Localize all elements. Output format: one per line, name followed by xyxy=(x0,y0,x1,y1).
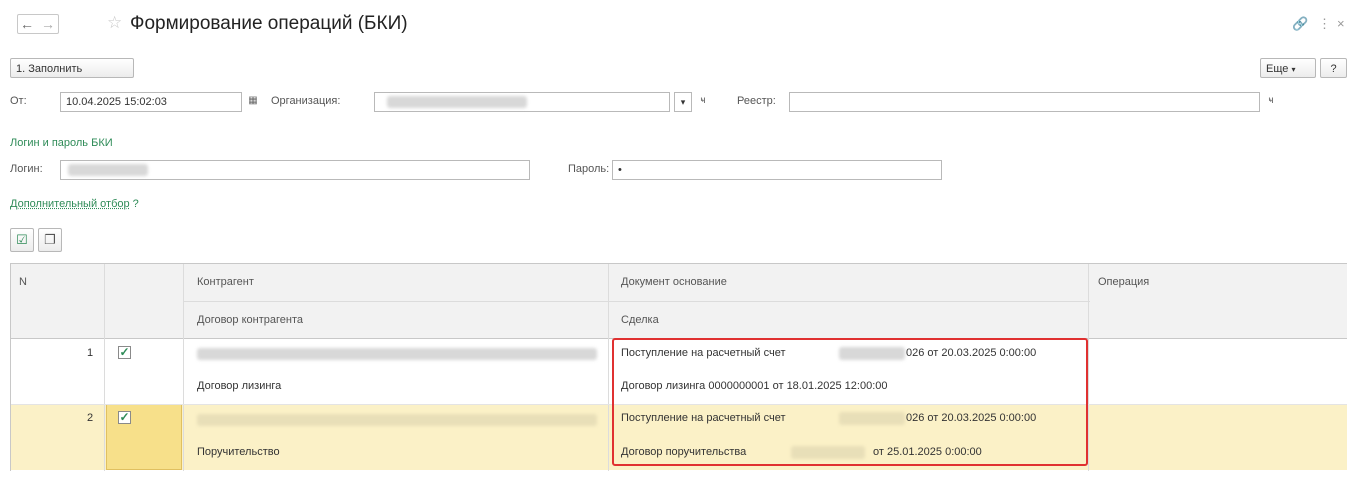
login-label: Логин: xyxy=(10,163,43,175)
org-label: Организация: xyxy=(271,95,341,107)
check-all-button[interactable]: ☑ xyxy=(10,228,34,252)
calendar-icon[interactable]: ▦ xyxy=(244,92,262,112)
row-number: 2 xyxy=(87,412,94,424)
uncheck-all-icon: ❐ xyxy=(44,232,56,247)
star-icon[interactable]: ☆ xyxy=(107,13,122,33)
chevron-down-icon: ▾ xyxy=(680,97,686,107)
highlight-annotation xyxy=(612,338,1088,466)
header-n[interactable]: N xyxy=(19,276,27,288)
counterparty-blurred xyxy=(197,348,597,360)
counterparty-blurred xyxy=(197,414,597,426)
col-divider xyxy=(1088,264,1089,471)
more-label: Еще xyxy=(1266,63,1289,75)
header-operation[interactable]: Операция xyxy=(1098,276,1149,288)
page-title: Формирование операций (БКИ) xyxy=(130,13,408,34)
extra-filter-label: Дополнительный отбор xyxy=(10,198,130,210)
header-divider xyxy=(184,301,1090,302)
col-divider xyxy=(104,264,105,471)
header-contract[interactable]: Договор контрагента xyxy=(197,314,303,326)
registry-input[interactable] xyxy=(789,92,1260,112)
registry-open-icon[interactable]: ҹ xyxy=(1262,92,1280,112)
uncheck-all-button[interactable]: ❐ xyxy=(38,228,62,252)
col-divider xyxy=(183,264,184,471)
password-label: Пароль: xyxy=(568,163,610,175)
extra-filter-link[interactable]: Дополнительный отбор ? xyxy=(10,198,139,210)
fill-button[interactable]: 1. Заполнить xyxy=(10,58,134,78)
org-open-icon[interactable]: ҹ xyxy=(694,92,712,112)
kebab-icon[interactable]: ⋮ xyxy=(1318,16,1331,32)
header-deal[interactable]: Сделка xyxy=(621,314,659,326)
help-button[interactable]: ? xyxy=(1320,58,1347,78)
from-date-input[interactable]: 10.04.2025 15:02:03 xyxy=(60,92,242,112)
from-label: От: xyxy=(10,95,27,107)
header-base-doc[interactable]: Документ основание xyxy=(621,276,727,288)
nav-buttons-frame xyxy=(17,14,59,34)
contract-cell: Договор лизинга xyxy=(197,380,282,392)
close-icon[interactable]: × xyxy=(1337,16,1345,31)
col-divider xyxy=(608,264,609,471)
link-icon[interactable]: 🔗 xyxy=(1292,16,1308,32)
check-all-icon: ☑ xyxy=(16,232,28,247)
header-counterparty[interactable]: Контрагент xyxy=(197,276,254,288)
org-dropdown-button[interactable]: ▾ xyxy=(674,92,692,112)
registry-label: Реестр: xyxy=(737,95,776,107)
login-value-blurred xyxy=(68,164,148,176)
chevron-down-icon: ▾ xyxy=(1291,65,1296,74)
row-checkbox[interactable]: ✓ xyxy=(118,346,131,359)
extra-filter-help[interactable]: ? xyxy=(133,198,139,210)
more-button[interactable]: Еще ▾ xyxy=(1260,58,1316,78)
organization-value-blurred xyxy=(387,96,527,108)
row-number: 1 xyxy=(87,347,94,359)
credentials-section-title: Логин и пароль БКИ xyxy=(10,137,113,149)
row-checkbox[interactable]: ✓ xyxy=(118,411,131,424)
contract-cell: Поручительство xyxy=(197,446,280,458)
password-input[interactable]: • xyxy=(612,160,942,180)
